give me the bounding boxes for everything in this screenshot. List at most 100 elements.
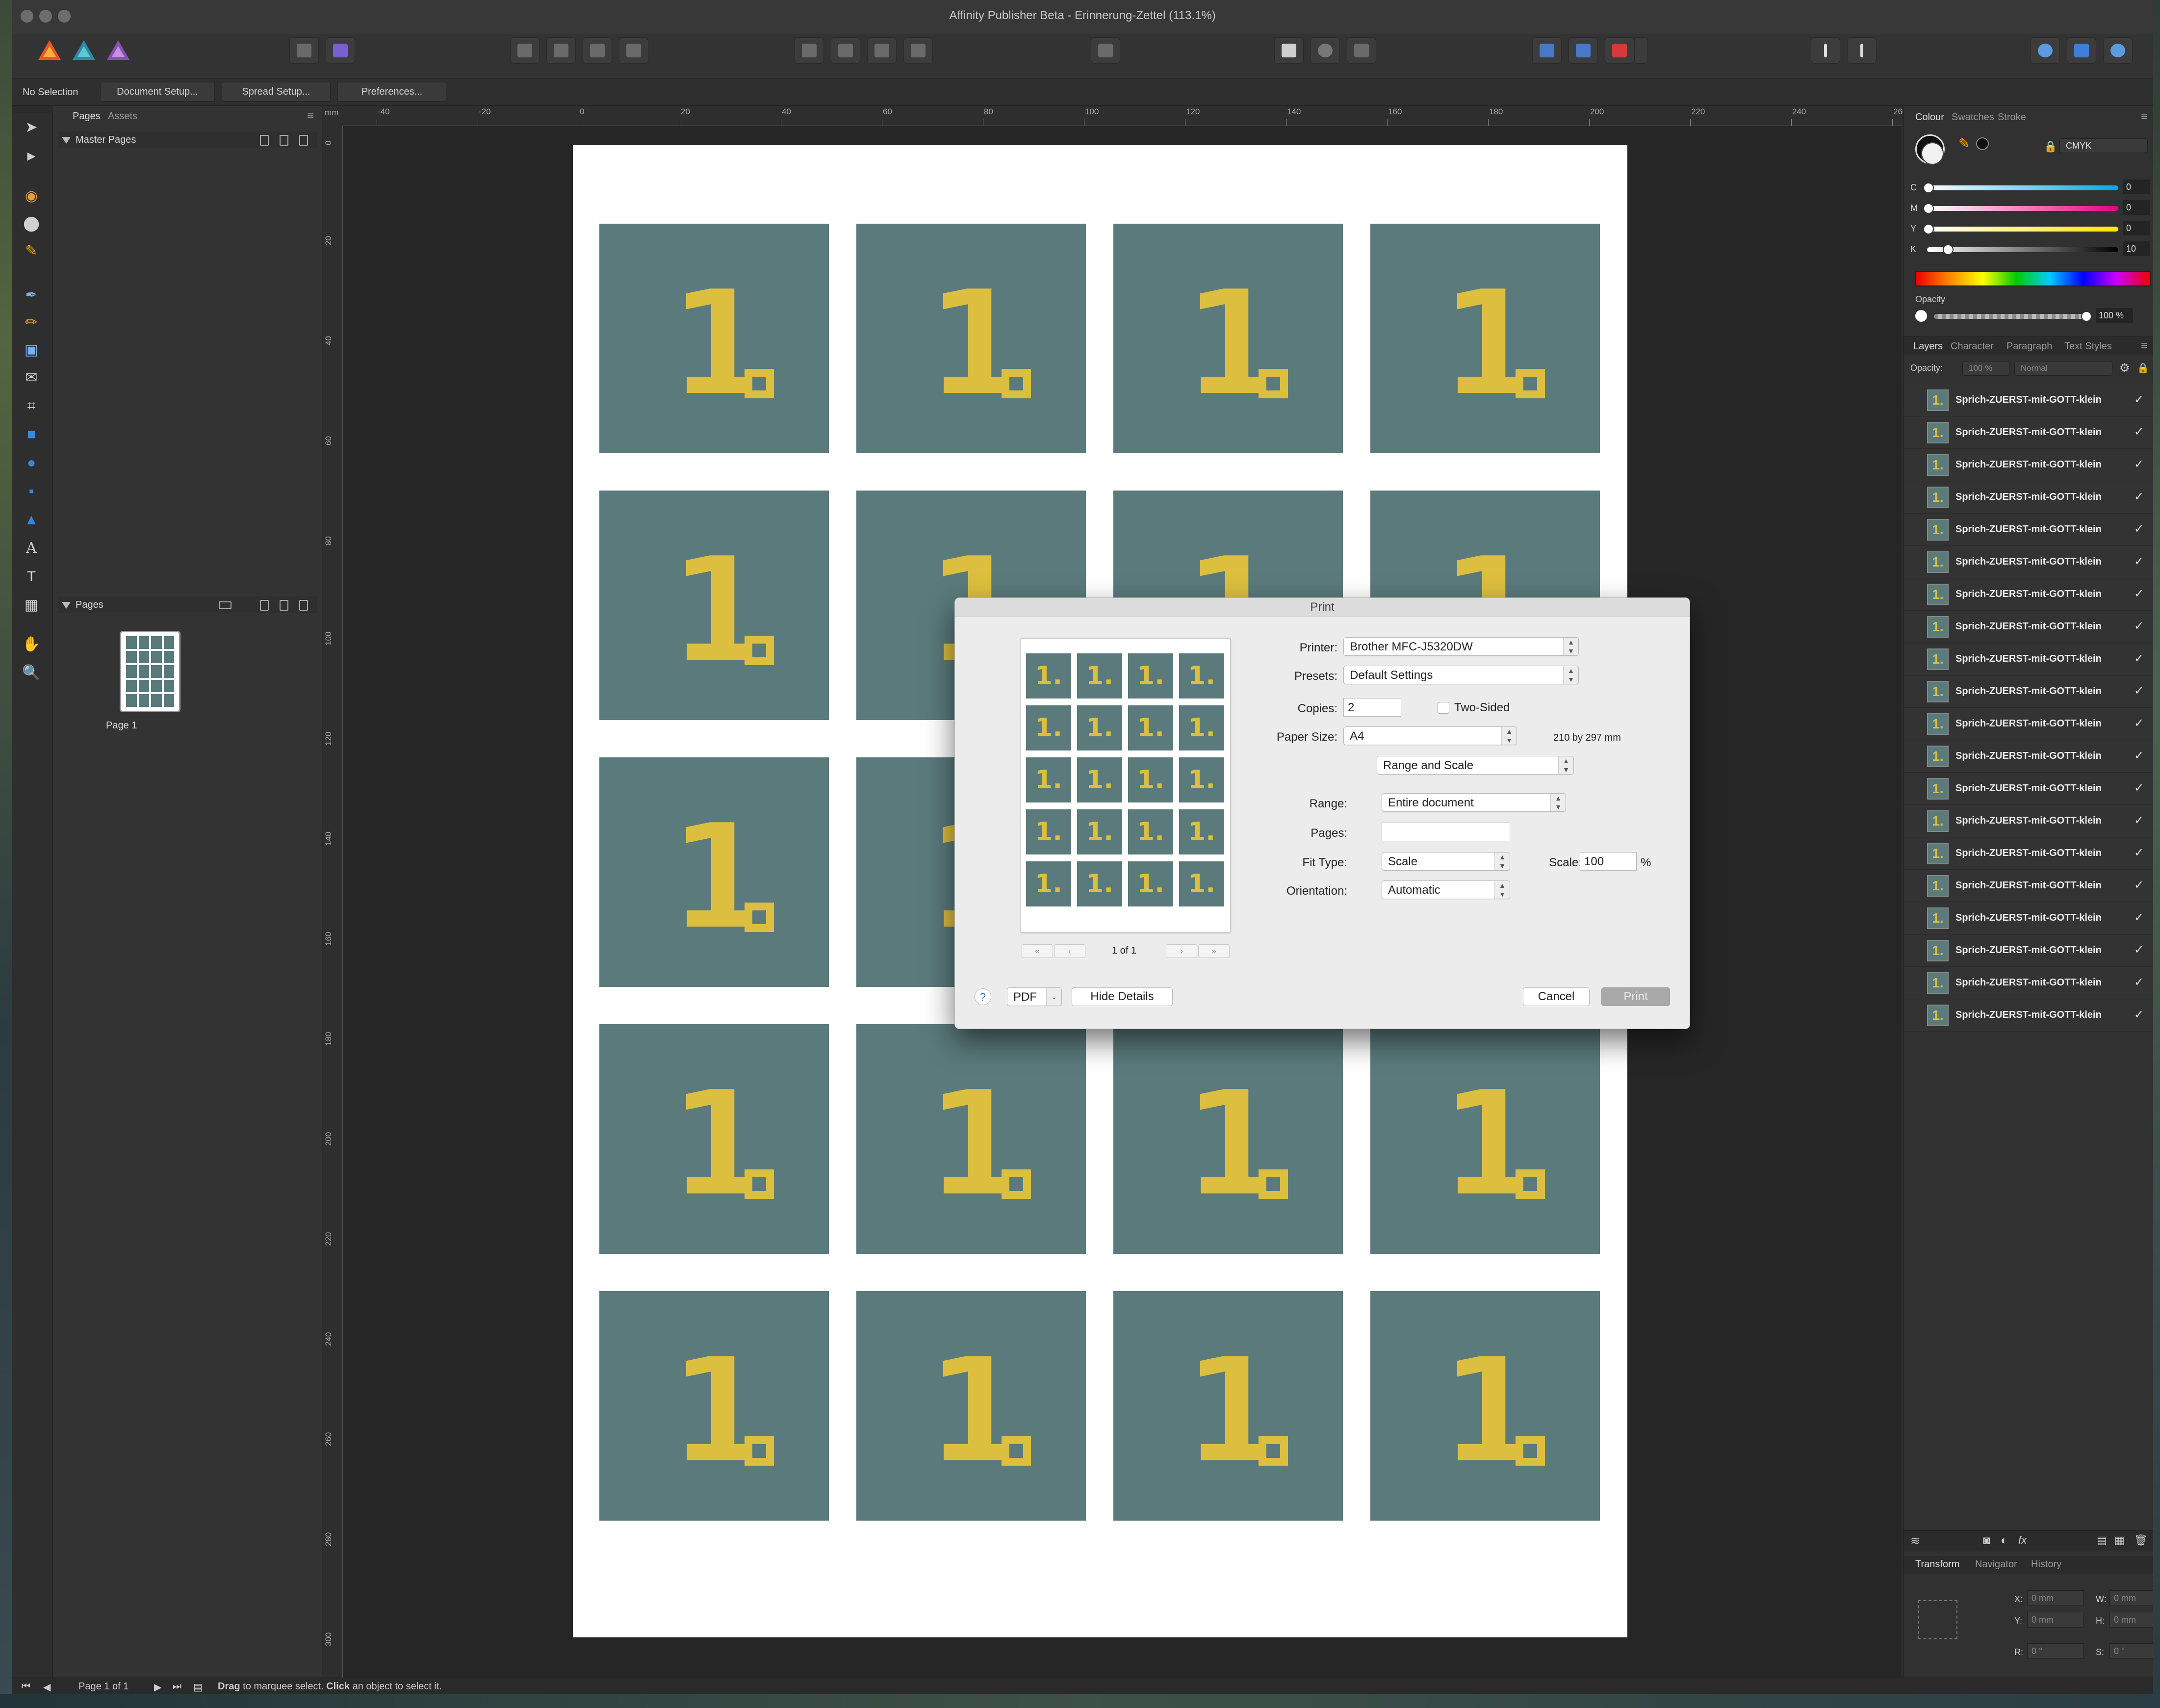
pages-header[interactable]: Pages xyxy=(58,596,317,613)
first-page-button[interactable]: « xyxy=(1022,944,1053,958)
scale-field[interactable]: 100 xyxy=(1580,852,1637,871)
opacity-slider-knob[interactable] xyxy=(2081,311,2092,322)
printer-select[interactable]: Brother MFC-J5320DW ▲ ▼ xyxy=(1343,637,1579,656)
reminder-card[interactable]: 1 xyxy=(1370,224,1600,453)
cross-frame-icon[interactable] xyxy=(1347,37,1376,64)
master-pages-header[interactable]: Master Pages xyxy=(58,131,317,148)
orientation-select[interactable]: Automatic ▲ ▼ xyxy=(1382,880,1510,899)
zoom-tool-icon[interactable]: 🔍 xyxy=(22,663,41,683)
reminder-card[interactable]: 1 xyxy=(599,757,829,987)
view-options-icon[interactable] xyxy=(219,601,231,609)
disclosure-triangle-icon[interactable] xyxy=(62,601,71,609)
reminder-card[interactable]: 1 xyxy=(599,224,829,453)
two-sided-checkbox[interactable] xyxy=(1438,702,1449,714)
layer-row[interactable]: 1. Sprich-ZUERST-mit-GOTT-klein ✓ xyxy=(1903,741,2153,773)
arrange-backward-icon[interactable] xyxy=(546,37,576,64)
magenta-slider[interactable] xyxy=(1927,206,2118,211)
visibility-checkbox[interactable]: ✓ xyxy=(2134,587,2144,601)
cyan-slider-knob[interactable] xyxy=(1923,182,1934,193)
visibility-checkbox[interactable]: ✓ xyxy=(2134,943,2144,957)
layer-row[interactable]: 1. Sprich-ZUERST-mit-GOTT-klein ✓ xyxy=(1903,514,2153,546)
tab-character[interactable]: Character xyxy=(1951,341,1994,352)
visibility-checkbox[interactable]: ✓ xyxy=(2134,425,2144,439)
panel-menu-icon[interactable]: ≡ xyxy=(2141,339,2148,353)
cancel-button[interactable]: Cancel xyxy=(1523,987,1590,1006)
black-slider-knob[interactable] xyxy=(1943,244,1954,255)
shear-field[interactable]: 0 ° xyxy=(2109,1643,2153,1659)
studio-icon[interactable] xyxy=(2067,37,2096,64)
snapping-magnet-icon[interactable] xyxy=(1605,37,1634,64)
add-page-icon[interactable] xyxy=(260,600,269,611)
lock-icon[interactable]: 🔒 xyxy=(2044,140,2057,153)
add-layer-icon[interactable]: ▤ xyxy=(2097,1534,2107,1547)
layer-row[interactable]: 1. Sprich-ZUERST-mit-GOTT-klein ✓ xyxy=(1903,967,2153,999)
opacity-value[interactable]: 100 % xyxy=(2096,308,2133,323)
reminder-card[interactable]: 1 xyxy=(1113,224,1343,453)
rectangle-tool-icon[interactable]: ■ xyxy=(22,425,41,444)
layer-row[interactable]: 1. Sprich-ZUERST-mit-GOTT-klein ✓ xyxy=(1903,546,2153,578)
last-page-button[interactable]: » xyxy=(1198,944,1230,958)
reminder-card[interactable]: 1 xyxy=(1113,1024,1343,1254)
align-icon[interactable] xyxy=(1091,37,1120,64)
arrange-front-icon[interactable] xyxy=(619,37,648,64)
black-swatch-icon[interactable] xyxy=(1976,137,1989,150)
document-setup-button[interactable]: Document Setup... xyxy=(100,82,215,102)
place-image-icon[interactable] xyxy=(326,37,355,64)
layer-row[interactable]: 1. Sprich-ZUERST-mit-GOTT-klein ✓ xyxy=(1903,417,2153,449)
visibility-checkbox[interactable]: ✓ xyxy=(2134,878,2144,892)
reminder-card[interactable]: 1 xyxy=(599,1291,829,1521)
visibility-checkbox[interactable]: ✓ xyxy=(2134,749,2144,763)
magenta-slider-knob[interactable] xyxy=(1923,203,1934,214)
arrange-forward-icon[interactable] xyxy=(583,37,612,64)
h-field[interactable]: 0 mm xyxy=(2109,1612,2153,1628)
triangle-tool-icon[interactable]: ▲ xyxy=(22,510,41,530)
yellow-slider[interactable] xyxy=(1927,227,2118,232)
node-tool-icon[interactable]: ▶ xyxy=(22,146,41,166)
publisher-persona-icon[interactable] xyxy=(35,37,64,63)
help-button[interactable]: ? xyxy=(975,988,991,1005)
mask-icon[interactable]: ◙ xyxy=(1983,1534,1990,1548)
page-options-icon[interactable]: ▤ xyxy=(193,1681,203,1693)
add-master-icon[interactable] xyxy=(260,135,269,146)
tab-navigator[interactable]: Navigator xyxy=(1975,1559,2017,1570)
layer-row[interactable]: 1. Sprich-ZUERST-mit-GOTT-klein ✓ xyxy=(1903,935,2153,967)
ellipse-icon[interactable] xyxy=(1311,37,1340,64)
layer-row[interactable]: 1. Sprich-ZUERST-mit-GOTT-klein ✓ xyxy=(1903,449,2153,481)
yellow-value[interactable]: 0 xyxy=(2123,221,2150,235)
reminder-card[interactable]: 1 xyxy=(599,1024,829,1254)
hide-details-button[interactable]: Hide Details xyxy=(1072,987,1173,1006)
visibility-checkbox[interactable]: ✓ xyxy=(2134,975,2144,989)
section-select[interactable]: Range and Scale ▲ ▼ xyxy=(1377,756,1574,775)
last-page-icon[interactable]: ⏭ xyxy=(173,1681,181,1692)
flip-horizontal-icon[interactable] xyxy=(795,37,824,64)
layer-row[interactable]: 1. Sprich-ZUERST-mit-GOTT-klein ✓ xyxy=(1903,838,2153,870)
tab-colour[interactable]: Colour xyxy=(1915,112,1944,123)
rotate-left-icon[interactable] xyxy=(867,37,897,64)
view-mode-icon[interactable] xyxy=(1532,37,1562,64)
layer-row[interactable]: 1. Sprich-ZUERST-mit-GOTT-klein ✓ xyxy=(1903,903,2153,934)
text-frame-icon[interactable] xyxy=(1274,37,1304,64)
range-select[interactable]: Entire document ▲ ▼ xyxy=(1382,793,1566,812)
x-field[interactable]: 0 mm xyxy=(2027,1590,2084,1606)
horizontal-ruler[interactable]: mm -40 -20 0 20 40 60 80 100 120 140 160 180 200 220 2… xyxy=(323,106,1907,126)
visibility-checkbox[interactable]: ✓ xyxy=(2134,490,2144,504)
tab-layers[interactable]: Layers xyxy=(1913,341,1943,352)
visibility-checkbox[interactable]: ✓ xyxy=(2134,716,2144,730)
visibility-checkbox[interactable]: ✓ xyxy=(2134,684,2144,698)
lock-layer-icon[interactable]: 🔒 xyxy=(2137,362,2149,374)
visibility-checkbox[interactable]: ✓ xyxy=(2134,910,2144,925)
layer-row[interactable]: 1. Sprich-ZUERST-mit-GOTT-klein ✓ xyxy=(1903,1000,2153,1032)
yellow-slider-knob[interactable] xyxy=(1923,224,1934,234)
transparency-tool-icon[interactable]: ⬤ xyxy=(22,214,41,233)
visibility-checkbox[interactable]: ✓ xyxy=(2134,619,2144,633)
picker-tool-icon[interactable]: ✎ xyxy=(22,241,41,261)
move-tool-icon[interactable]: ➤ xyxy=(22,118,41,137)
w-field[interactable]: 0 mm xyxy=(2109,1590,2153,1606)
reminder-card[interactable]: 1 xyxy=(856,1024,1086,1254)
adjustment-icon[interactable]: ◐ xyxy=(2001,1534,2008,1548)
fill-colour-well[interactable] xyxy=(1921,142,1944,165)
reminder-card[interactable]: 1 xyxy=(1370,1024,1600,1254)
visibility-checkbox[interactable]: ✓ xyxy=(2134,457,2144,471)
rotate-right-icon[interactable] xyxy=(903,37,933,64)
blend-mode-select[interactable]: Normal xyxy=(2014,361,2112,376)
